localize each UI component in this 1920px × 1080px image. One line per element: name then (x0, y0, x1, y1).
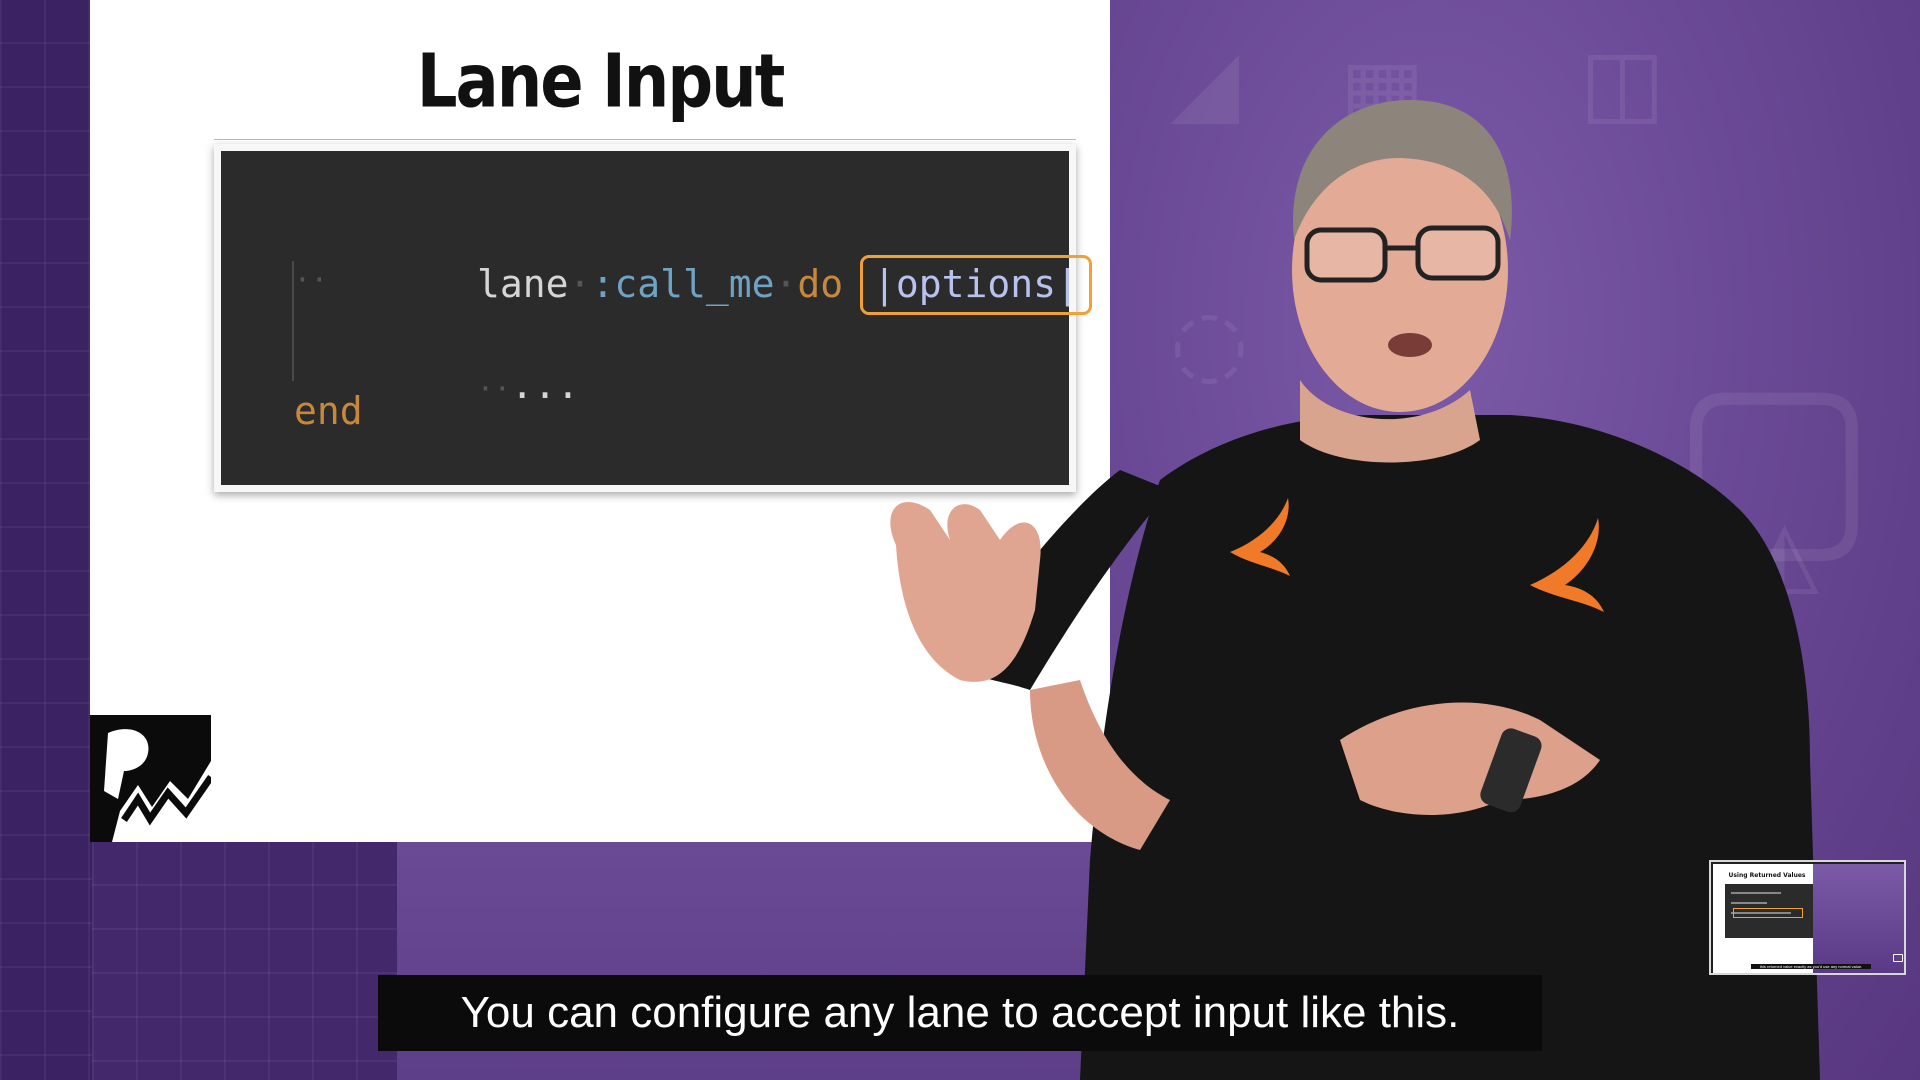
screen-share-icon (1893, 954, 1903, 962)
code-ellipsis: ... (510, 363, 580, 407)
thumbnail-title: Using Returned Values (1728, 872, 1806, 879)
left-pattern-background (0, 0, 92, 1080)
code-line-2: ·· (294, 263, 328, 296)
video-subtitle: You can configure any lane to accept inp… (378, 975, 1542, 1051)
presenter-figure (890, 100, 1820, 1080)
rw-logo (90, 715, 211, 842)
code-whitespace: ·· (477, 372, 511, 405)
code-line-4: end (294, 389, 363, 433)
thumbnail-highlight (1733, 908, 1803, 918)
thumbnail-presenter (1813, 864, 1904, 973)
thumbnail-caption: this returned value exactly as you'd use… (1751, 964, 1871, 969)
next-video-thumbnail[interactable]: Using Returned Values this returned valu… (1709, 860, 1906, 975)
code-token-lane: lane (477, 262, 569, 306)
bottom-left-pattern-background (92, 842, 397, 1080)
